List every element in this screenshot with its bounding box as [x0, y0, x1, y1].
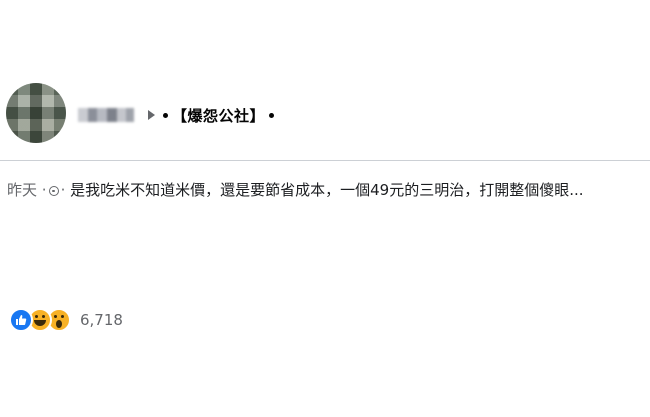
- dot-right: [269, 112, 275, 118]
- header-line: 【爆怨公社】: [78, 103, 275, 127]
- group-name-link[interactable]: 【爆怨公社】: [172, 105, 265, 126]
- arrow-right-icon: [148, 110, 155, 120]
- globe-icon[interactable]: [48, 185, 59, 196]
- avatar[interactable]: [6, 83, 66, 143]
- divider: [0, 160, 650, 161]
- reactions-bar[interactable]: 6,718: [9, 308, 123, 332]
- post-body: 昨天 · · 是我吃米不知道米價，還是要節省成本，一個49元的三明治，打開整個傻眼…: [7, 178, 643, 203]
- timestamp-link[interactable]: 昨天: [7, 181, 37, 199]
- like-icon: [9, 308, 33, 332]
- author-name-blurred[interactable]: [78, 108, 134, 122]
- reaction-count[interactable]: 6,718: [80, 311, 123, 329]
- separator-2: ·: [60, 181, 66, 199]
- dot-left: [163, 112, 168, 118]
- separator-1: ·: [41, 181, 47, 199]
- post-text: 是我吃米不知道米價，還是要節省成本，一個49元的三明治，打開整個傻眼...: [70, 181, 584, 199]
